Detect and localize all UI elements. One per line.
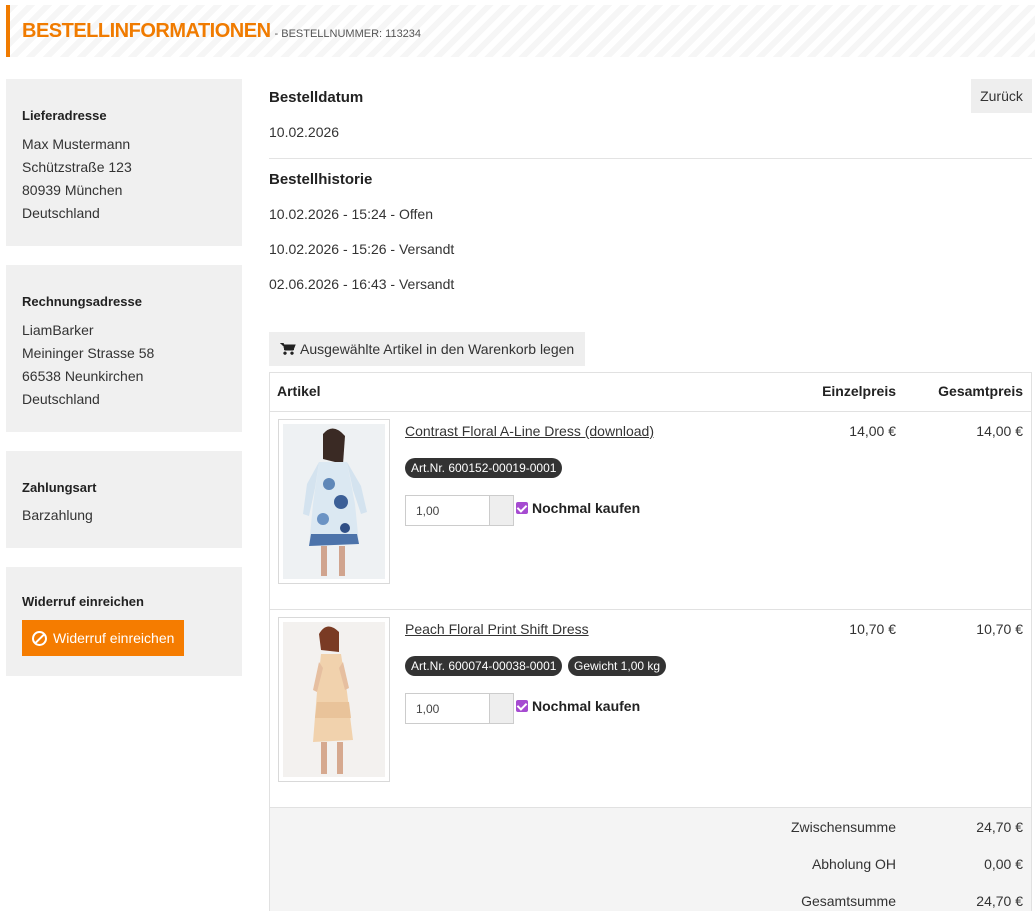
- quantity-input[interactable]: 1,00: [405, 495, 514, 526]
- subtotal-value: 24,70 €: [976, 819, 1023, 835]
- total-price: 10,70 €: [976, 621, 1023, 637]
- grand-total-value: 24,70 €: [976, 893, 1023, 909]
- quantity-stepper[interactable]: [489, 496, 513, 525]
- billing-name: LiamBarker: [22, 322, 94, 338]
- weight-badge: Gewicht 1,00 kg: [568, 656, 667, 676]
- order-history-label: Bestellhistorie: [269, 171, 373, 188]
- order-summary: Zwischensumme 24,70 € Abholung OH 0,00 €…: [270, 808, 1031, 911]
- billing-country: Deutschland: [22, 391, 100, 407]
- history-entry: 10.02.2026 - 15:24 - Offen: [269, 206, 433, 222]
- payment-method-box: Zahlungsart Barzahlung: [6, 451, 242, 548]
- dress-image: [283, 424, 385, 579]
- delivery-address-heading: Lieferadresse: [22, 108, 107, 123]
- product-link[interactable]: Peach Floral Print Shift Dress: [405, 621, 589, 637]
- shipping-label: Abholung OH: [811, 856, 896, 872]
- column-article: Artikel: [277, 383, 321, 399]
- order-number: - BESTELLNUMMER: 113234: [274, 27, 422, 40]
- table-row: Contrast Floral A-Line Dress (download) …: [270, 412, 1031, 610]
- table-header: Artikel Einzelpreis Gesamtpreis: [270, 373, 1031, 412]
- order-items-table: Artikel Einzelpreis Gesamtpreis Contrast…: [269, 372, 1032, 911]
- withdrawal-box: Widerruf einreichen Widerruf einreichen: [6, 567, 242, 676]
- subtotal-label: Zwischensumme: [790, 819, 896, 835]
- unit-price: 10,70 €: [849, 621, 896, 637]
- withdrawal-button[interactable]: Widerruf einreichen: [22, 620, 185, 656]
- quantity-value: 1,00: [416, 701, 440, 716]
- shipping-value: 0,00 €: [984, 856, 1023, 872]
- ban-icon: [32, 630, 47, 646]
- grand-total-label: Gesamtsumme: [801, 893, 896, 909]
- quantity-value: 1,00: [416, 503, 440, 518]
- buy-again-checkbox[interactable]: Nochmal kaufen: [516, 500, 640, 516]
- product-image[interactable]: [278, 419, 390, 584]
- history-entry: 10.02.2026 - 15:26 - Versandt: [269, 241, 455, 257]
- payment-method-heading: Zahlungsart: [22, 480, 97, 495]
- delivery-city: 80939 München: [22, 182, 123, 198]
- billing-city: 66538 Neunkirchen: [22, 368, 144, 384]
- total-price: 14,00 €: [976, 423, 1023, 439]
- dress-image: [283, 622, 385, 777]
- page-header: BESTELLINFORMATIONEN - BESTELLNUMMER: 11…: [6, 5, 1035, 57]
- billing-address-box: Rechnungsadresse LiamBarker Meininger St…: [6, 265, 242, 432]
- buy-again-label: Nochmal kaufen: [532, 698, 641, 714]
- page-title: BESTELLINFORMATIONEN: [22, 19, 271, 42]
- delivery-address-box: Lieferadresse Max Mustermann Schützstraß…: [6, 79, 242, 246]
- product-image[interactable]: [278, 617, 390, 782]
- withdrawal-heading: Widerruf einreichen: [22, 594, 144, 609]
- product-link[interactable]: Contrast Floral A-Line Dress (download): [405, 423, 654, 439]
- column-unit-price: Einzelpreis: [822, 383, 896, 399]
- quantity-stepper[interactable]: [489, 694, 513, 723]
- cart-icon: [280, 343, 296, 355]
- history-entry: 02.06.2026 - 16:43 - Versandt: [269, 276, 455, 292]
- delivery-name: Max Mustermann: [22, 136, 131, 152]
- withdrawal-button-label: Widerruf einreichen: [53, 630, 175, 646]
- sku-badge: Art.Nr. 600152-00019-0001: [405, 458, 563, 478]
- column-total-price: Gesamtpreis: [938, 383, 1023, 399]
- delivery-country: Deutschland: [22, 205, 100, 221]
- delivery-street: Schützstraße 123: [22, 159, 132, 175]
- back-button[interactable]: Zurück: [971, 79, 1032, 113]
- divider: [269, 158, 1032, 159]
- add-to-cart-label: Ausgewählte Artikel in den Warenkorb leg…: [300, 341, 575, 357]
- checkbox-checked-icon: [516, 502, 528, 514]
- sku-badge: Art.Nr. 600074-00038-0001: [405, 656, 563, 676]
- payment-method-value: Barzahlung: [22, 507, 93, 523]
- buy-again-checkbox[interactable]: Nochmal kaufen: [516, 698, 640, 714]
- table-row: Peach Floral Print Shift Dress Art.Nr. 6…: [270, 610, 1031, 808]
- order-date-label: Bestelldatum: [269, 89, 364, 106]
- billing-street: Meininger Strasse 58: [22, 345, 155, 361]
- buy-again-label: Nochmal kaufen: [532, 500, 641, 516]
- billing-address-heading: Rechnungsadresse: [22, 294, 142, 309]
- unit-price: 14,00 €: [849, 423, 896, 439]
- checkbox-checked-icon: [516, 700, 528, 712]
- order-date-value: 10.02.2026: [269, 124, 340, 140]
- quantity-input[interactable]: 1,00: [405, 693, 514, 724]
- back-button-label: Zurück: [980, 88, 1023, 104]
- add-selected-to-cart-button[interactable]: Ausgewählte Artikel in den Warenkorb leg…: [269, 332, 586, 366]
